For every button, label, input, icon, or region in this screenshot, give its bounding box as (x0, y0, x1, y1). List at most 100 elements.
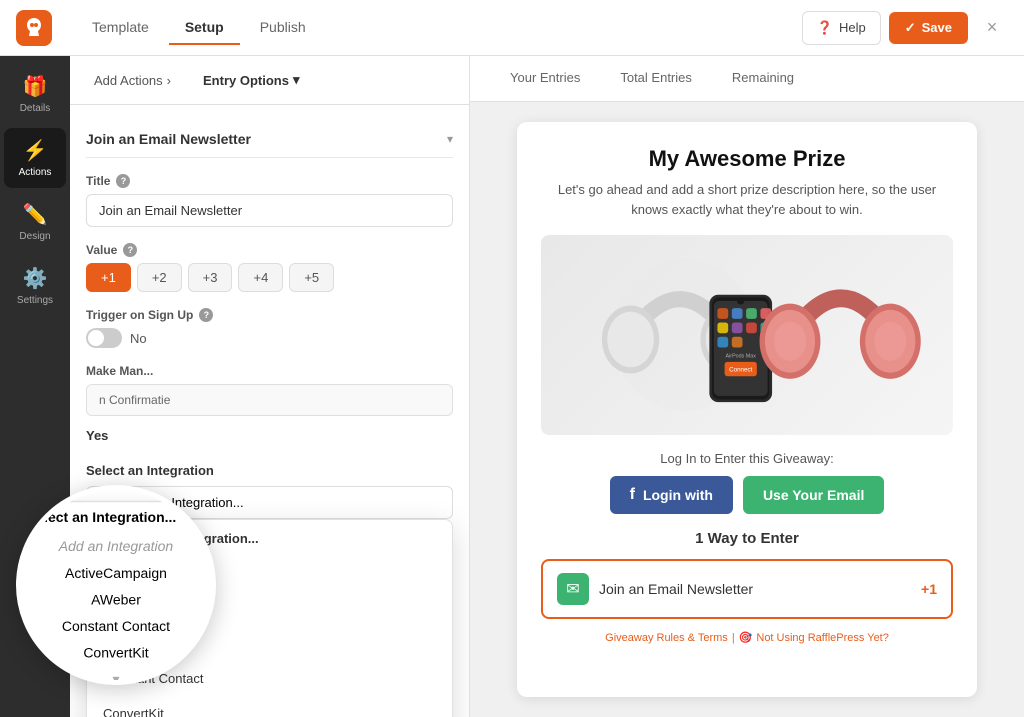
magnifier-item-ac: ActiveCampaign (70, 561, 216, 588)
use-email-label: Use Your Email (763, 487, 864, 503)
make-mandatory-section: Make Man... n Confirmatie Yes (86, 364, 453, 447)
sidebar-label-details: Details (20, 103, 51, 114)
magnifier-dropdown: ✓Select an Integration... Add an Integra… (70, 500, 216, 685)
value-buttons: +1 +2 +3 +4 +5 (86, 263, 453, 292)
title-input[interactable] (86, 194, 453, 227)
save-label: Save (922, 20, 952, 35)
design-icon: ✏️ (23, 202, 48, 227)
headphones-svg: AirPods Max Connect (541, 235, 953, 435)
title-field-group: Title ? (86, 174, 453, 227)
trigger-toggle[interactable] (86, 328, 122, 348)
svg-text:Connect: Connect (729, 367, 753, 374)
integration-label: Select an Integration (86, 463, 453, 478)
section-title: Join an Email Newsletter (86, 131, 251, 147)
trigger-toggle-row: No (86, 328, 453, 348)
panel-header: Add Actions › Entry Options ▾ (70, 56, 469, 105)
login-prompt: Log In to Enter this Giveaway: (541, 451, 953, 466)
sidebar-label-actions: Actions (19, 167, 52, 178)
dropdown-item-convertkit[interactable]: ConvertKit (87, 696, 452, 717)
sidebar-item-details[interactable]: 🎁 Details (4, 64, 66, 124)
main-layout: 🎁 Details ⚡ Actions ✏️ Design ⚙️ Setting… (0, 56, 1024, 717)
sidebar-item-design[interactable]: ✏️ Design (4, 192, 66, 252)
check-icon: ✓ (905, 20, 916, 36)
value-btn-3[interactable]: +3 (188, 263, 233, 292)
magnifier-item-ck: ConvertKit (70, 640, 216, 667)
giveaway-image: AirPods Max Connect (541, 235, 953, 435)
trigger-help-icon[interactable]: ? (199, 308, 213, 322)
chevron-down-icon: ▾ (293, 72, 300, 88)
giveaway-description: Let's go ahead and add a short prize des… (541, 180, 953, 219)
entry-item-name: Join an Email Newsletter (599, 581, 911, 597)
preview-pane: Your Entries Total Entries Remaining My … (470, 56, 1024, 717)
tab-setup[interactable]: Setup (169, 11, 240, 45)
value-btn-2[interactable]: +2 (137, 263, 182, 292)
entry-options-button[interactable]: Entry Options ▾ (195, 68, 307, 92)
close-icon: × (987, 17, 998, 38)
section-header[interactable]: Join an Email Newsletter ▾ (86, 121, 453, 158)
tab-publish[interactable]: Publish (244, 11, 322, 45)
sidebar-label-design: Design (19, 231, 50, 242)
trigger-label: Trigger on Sign Up ? (86, 308, 453, 322)
giveaway-title: My Awesome Prize (541, 146, 953, 172)
trigger-value: No (130, 331, 147, 346)
tab-remaining[interactable]: Remaining (712, 56, 814, 101)
tab-template[interactable]: Template (76, 11, 165, 45)
tab-total-entries[interactable]: Total Entries (600, 56, 712, 101)
save-button[interactable]: ✓ Save (889, 12, 968, 44)
value-help-icon[interactable]: ? (123, 243, 137, 257)
value-field-group: Value ? +1 +2 +3 +4 +5 (86, 243, 453, 292)
yes-button[interactable]: Yes (86, 424, 108, 447)
nav-tabs: Template Setup Publish (76, 11, 794, 45)
magnifier-item-aw: AWeber (70, 587, 216, 614)
topbar: Template Setup Publish ❓ Help ✓ Save × (0, 0, 1024, 56)
sidebar-label-settings: Settings (17, 295, 53, 306)
sidebar-item-settings[interactable]: ⚙️ Settings (4, 256, 66, 316)
help-label: Help (839, 20, 866, 35)
facebook-login-button[interactable]: f Login with (610, 476, 733, 514)
not-using-link[interactable]: Not Using RafflePress Yet? (756, 632, 888, 644)
add-actions-label: Add Actions (94, 73, 163, 88)
value-btn-5[interactable]: +5 (289, 263, 334, 292)
gift-icon: 🎁 (23, 74, 48, 99)
ways-to-enter-heading: 1 Way to Enter (541, 530, 953, 547)
email-login-button[interactable]: Use Your Email (743, 476, 884, 514)
magnifier-overlay: Select an Integration ✓Select an Integra… (70, 485, 216, 685)
value-btn-4[interactable]: +4 (238, 263, 283, 292)
tab-your-entries[interactable]: Your Entries (490, 56, 600, 101)
sidebar-item-actions[interactable]: ⚡ Actions (4, 128, 66, 188)
entry-item[interactable]: ✉ Join an Email Newsletter +1 (541, 559, 953, 619)
entry-options-label: Entry Options (203, 73, 289, 88)
actions-icon: ⚡ (23, 138, 48, 163)
magnifier-content: Select an Integration ✓Select an Integra… (70, 485, 216, 685)
login-section: Log In to Enter this Giveaway: f Login w… (541, 451, 953, 514)
title-label: Title ? (86, 174, 453, 188)
login-with-label: Login with (643, 487, 713, 503)
entry-item-points: +1 (921, 581, 937, 597)
magnifier-item-0: ✓Select an Integration... (70, 502, 216, 534)
giveaway-card: My Awesome Prize Let's go ahead and add … (517, 122, 977, 697)
close-button[interactable]: × (976, 12, 1008, 44)
logo-icon (22, 16, 46, 40)
help-button[interactable]: ❓ Help (802, 11, 881, 45)
toggle-knob (88, 330, 104, 346)
entry-icon: ✉ (557, 573, 589, 605)
topbar-actions: ❓ Help ✓ Save × (802, 11, 1008, 45)
preview-content: My Awesome Prize Let's go ahead and add … (470, 102, 1024, 717)
raffle-press-logo-small: 🎯 (739, 631, 753, 644)
svg-text:AirPods Max: AirPods Max (726, 353, 757, 359)
preview-tabs: Your Entries Total Entries Remaining (470, 56, 1024, 102)
chevron-right-icon: › (167, 73, 171, 88)
footer-separator: | (732, 632, 735, 644)
login-buttons: f Login with Use Your Email (541, 476, 953, 514)
question-icon: ❓ (817, 20, 833, 36)
value-label: Value ? (86, 243, 453, 257)
facebook-icon: f (630, 486, 635, 504)
confirm-popup: n Confirmatie (86, 384, 453, 416)
giveaway-rules-link[interactable]: Giveaway Rules & Terms (605, 632, 728, 644)
magnifier-item-cc: Constant Contact (70, 614, 216, 641)
value-btn-1[interactable]: +1 (86, 263, 131, 292)
title-help-icon[interactable]: ? (116, 174, 130, 188)
add-actions-button[interactable]: Add Actions › (86, 69, 179, 92)
panel: Add Actions › Entry Options ▾ Join an Em… (70, 56, 470, 717)
magnifier-item-add: Add an Integration (70, 534, 216, 561)
